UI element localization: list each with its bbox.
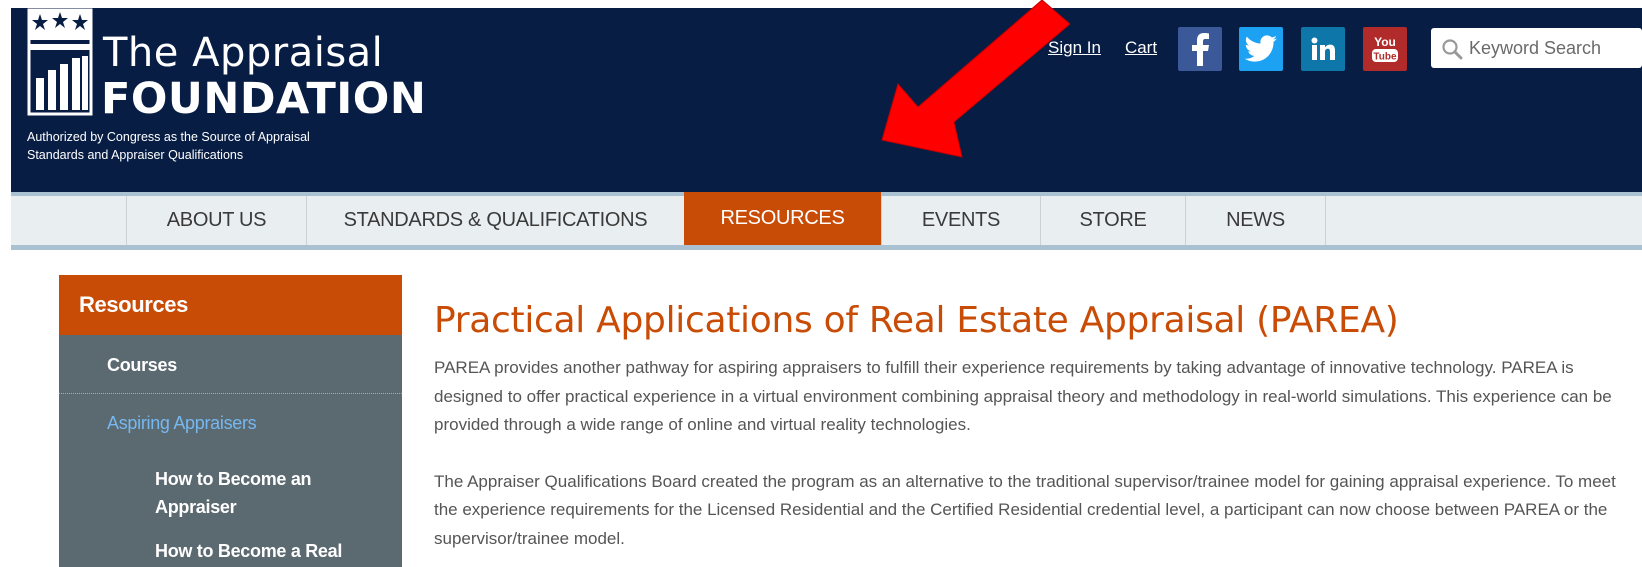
logo-text-line2: FOUNDATION [101,74,427,124]
twitter-icon[interactable] [1239,27,1283,71]
cart-link[interactable]: Cart [1125,38,1157,58]
nav-resources[interactable]: RESOURCES [684,192,881,245]
sidebar-item-aspiring-appraisers[interactable]: Aspiring Appraisers [107,413,257,434]
page-top-margin [0,0,1642,8]
nav-about-us[interactable]: ABOUT US [126,196,306,245]
sidebar-heading-resources[interactable]: Resources [59,275,402,335]
sidebar-item-how-to-become-appraiser[interactable]: How to Become an Appraiser [155,465,375,521]
sidebar-divider [59,393,402,394]
sidebar-item-courses[interactable]: Courses [107,355,177,376]
resources-sidebar: Resources Courses Aspiring Appraisers Ho… [59,275,402,567]
nav-events[interactable]: EVENTS [881,196,1040,245]
sidebar-item-how-to-become-real[interactable]: How to Become a Real [155,537,375,565]
svg-text:You: You [1374,35,1396,49]
nav-news[interactable]: NEWS [1185,196,1326,245]
search-box [1431,28,1642,68]
intro-paragraph: PAREA provides another pathway for aspir… [434,358,1612,434]
youtube-icon[interactable]: You Tube [1363,27,1407,71]
page-title: Practical Applications of Real Estate Ap… [434,300,1399,341]
linkedin-icon[interactable] [1301,27,1345,71]
nav-standards-qualifications[interactable]: STANDARDS & QUALIFICATIONS [306,196,684,245]
logo-building-icon [27,8,93,116]
site-header: The Appraisal FOUNDATION Authorized by C… [11,8,1642,192]
keyword-search-input[interactable] [1469,28,1642,68]
svg-text:Tube: Tube [1373,52,1397,63]
youtube-glyph: You Tube [1372,35,1398,63]
facebook-icon[interactable] [1178,27,1222,71]
linkedin-glyph [1311,37,1335,60]
facebook-glyph [1192,33,1209,66]
main-content: Practical Applications of Real Estate Ap… [434,296,1634,553]
twitter-bird-glyph [1244,35,1277,62]
logo-tagline: Authorized by Congress as the Source of … [27,130,310,162]
logo-text-line1: The Appraisal [103,30,384,76]
page-left-margin [0,0,11,567]
main-nav: ABOUT US STANDARDS & QUALIFICATIONS RESO… [11,192,1642,250]
nav-store[interactable]: STORE [1040,196,1185,245]
search-icon[interactable] [1441,38,1463,60]
red-arrow-annotation [881,0,1070,158]
program-paragraph: The Appraiser Qualifications Board creat… [434,471,1616,548]
site-logo[interactable]: The Appraisal FOUNDATION Authorized by C… [27,8,426,168]
